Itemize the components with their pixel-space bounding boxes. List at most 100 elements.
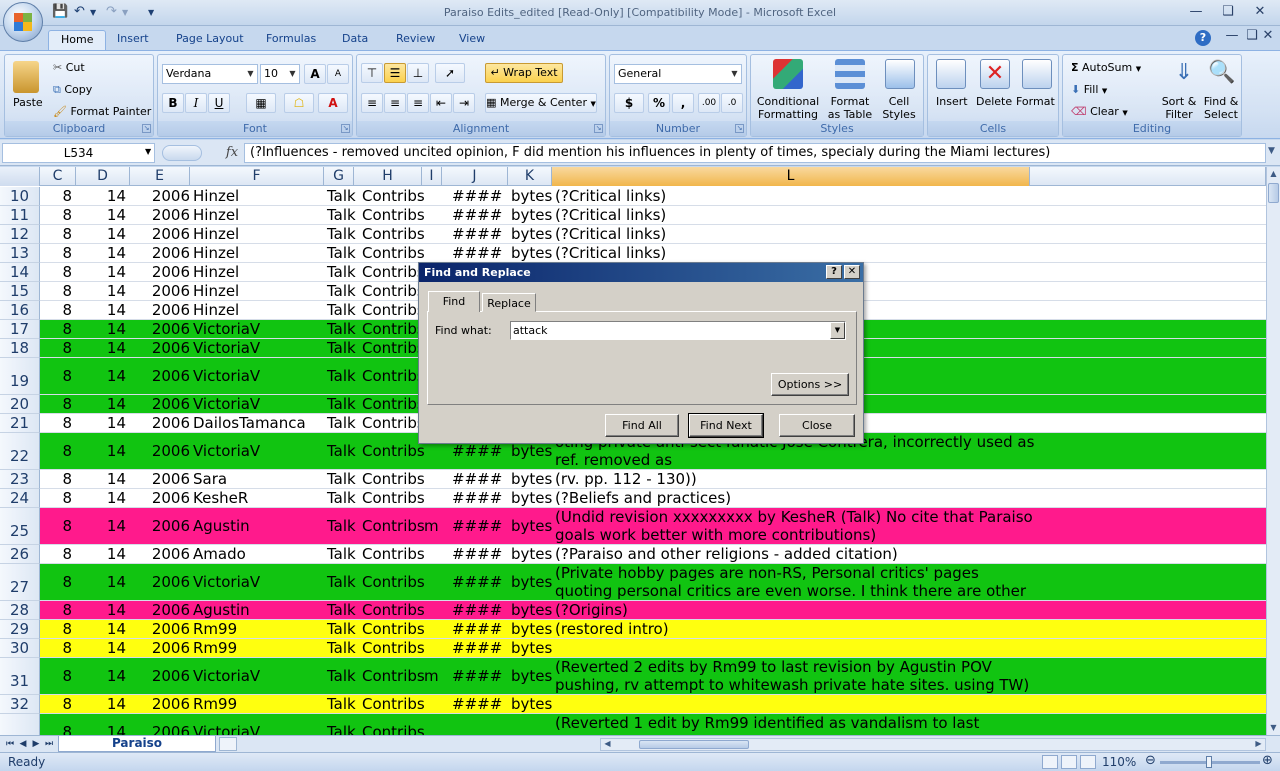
cell-k[interactable]: bytes (511, 667, 553, 685)
cell-g[interactable]: Talk (327, 573, 361, 591)
formula-input[interactable]: (?Influences - removed uncited opinion, … (244, 143, 1266, 163)
cell-h[interactable]: Contribs (362, 601, 425, 619)
chevron-down-icon[interactable]: ▼ (145, 147, 151, 156)
scroll-up-icon[interactable]: ▲ (1267, 167, 1280, 181)
row-header[interactable]: 23 (0, 470, 40, 489)
insert-function-icon[interactable]: fx (222, 143, 242, 163)
cell-f[interactable]: VictoriaV (193, 367, 323, 385)
cell-l[interactable]: (Undid revision xxxxxxxxx by KesheR (Tal… (555, 508, 1035, 544)
insert-sheet-icon[interactable] (219, 737, 237, 751)
cell-h[interactable]: Contribs (362, 263, 425, 281)
cell-e[interactable]: 2006 (130, 545, 190, 563)
row-header[interactable]: 22 (0, 433, 40, 470)
table-row[interactable]: 8 14 2006 Rm99 Talk Contribs #### bytes (restore… (40, 620, 1266, 639)
cell-k[interactable]: bytes (511, 206, 553, 224)
cell-d[interactable]: 14 (76, 244, 126, 262)
cell-j[interactable]: #### (452, 206, 512, 224)
cell-d[interactable]: 14 (76, 187, 126, 205)
cell-h[interactable]: Contribs (362, 187, 425, 205)
cell-j[interactable]: #### (452, 489, 512, 507)
cell-e[interactable]: 2006 (130, 414, 190, 432)
row-header[interactable]: 31 (0, 658, 40, 695)
normal-view-icon[interactable] (1042, 755, 1058, 769)
cell-h[interactable]: Contribs (362, 442, 425, 460)
cell-e[interactable]: 2006 (130, 206, 190, 224)
cell-f[interactable]: Hinzel (193, 282, 323, 300)
cell-g[interactable]: Talk (327, 225, 361, 243)
sort-filter-button[interactable]: Sort & Filter (1159, 95, 1199, 121)
cell-h[interactable]: Contribs (362, 395, 425, 413)
cell-d[interactable]: 14 (76, 301, 126, 319)
cell-d[interactable]: 14 (76, 723, 126, 735)
number-launcher-icon[interactable]: ↘ (735, 124, 744, 133)
cell-e[interactable]: 2006 (130, 723, 190, 735)
row-header[interactable]: 16 (0, 301, 40, 320)
row-header[interactable]: 12 (0, 225, 40, 244)
cell-j[interactable]: #### (452, 667, 512, 685)
first-sheet-icon[interactable]: ⏮ (4, 738, 16, 751)
scroll-right-icon[interactable]: ▶ (1252, 738, 1265, 750)
cell-g[interactable]: Talk (327, 367, 361, 385)
cell-g[interactable]: Talk (327, 639, 361, 657)
scroll-left-icon[interactable]: ◀ (601, 738, 614, 750)
cell-g[interactable]: Talk (327, 414, 361, 432)
cell-c[interactable]: 8 (40, 367, 72, 385)
cell-h[interactable]: Contribs (362, 489, 425, 507)
tab-data[interactable]: Data (330, 30, 380, 50)
cell-g[interactable]: Talk (327, 339, 361, 357)
cell-e[interactable]: 2006 (130, 489, 190, 507)
cell-e[interactable]: 2006 (130, 367, 190, 385)
cell-l[interactable]: (Reverted 2 edits by Rm99 to last revisi… (555, 658, 1035, 694)
cell-j[interactable]: #### (452, 442, 512, 460)
font-launcher-icon[interactable]: ↘ (341, 124, 350, 133)
dialog-close-button[interactable]: Close (779, 414, 855, 437)
find-next-button[interactable]: Find Next (688, 413, 764, 438)
close-workbook-icon[interactable]: ✕ (1258, 26, 1278, 46)
cell-c[interactable]: 8 (40, 282, 72, 300)
column-header-k[interactable]: K (508, 167, 552, 186)
cell-f[interactable]: VictoriaV (193, 395, 323, 413)
cell-j[interactable]: #### (452, 470, 512, 488)
last-sheet-icon[interactable]: ⏭ (43, 738, 55, 751)
cell-l[interactable]: (?Critical links) (555, 244, 1035, 262)
cell-e[interactable]: 2006 (130, 187, 190, 205)
cell-g[interactable]: Talk (327, 206, 361, 224)
cell-d[interactable]: 14 (76, 470, 126, 488)
cell-l[interactable]: (?Origins) (555, 601, 1035, 619)
row-header[interactable]: 30 (0, 639, 40, 658)
cell-c[interactable]: 8 (40, 263, 72, 281)
row-header[interactable]: 18 (0, 339, 40, 358)
next-sheet-icon[interactable]: ▶ (30, 738, 42, 751)
tab-page-layout[interactable]: Page Layout (164, 30, 256, 50)
chevron-down-icon[interactable]: ▼ (830, 322, 845, 339)
cell-k[interactable]: bytes (511, 517, 553, 535)
row-header[interactable]: 17 (0, 320, 40, 339)
cell-e[interactable]: 2006 (130, 573, 190, 591)
cell-j[interactable]: #### (452, 225, 512, 243)
cell-l[interactable]: (restored intro) (555, 620, 1035, 638)
cell-f[interactable]: Amado (193, 545, 323, 563)
cell-d[interactable]: 14 (76, 395, 126, 413)
cell-l[interactable]: (rv. pp. 112 - 130)) (555, 470, 1035, 488)
row-header[interactable]: 26 (0, 545, 40, 564)
copy-button[interactable]: ⧉ Copy (53, 83, 92, 97)
cell-f[interactable]: DailosTamanca (193, 414, 323, 432)
cell-h[interactable]: Contribs (362, 244, 425, 262)
cell-d[interactable]: 14 (76, 639, 126, 657)
column-header-c[interactable]: C (40, 167, 76, 186)
table-row[interactable]: 8 14 2006 Agustin Talk Contribs #### bytes (?Ori… (40, 601, 1266, 620)
cell-e[interactable]: 2006 (130, 517, 190, 535)
column-header-g[interactable]: G (324, 167, 354, 186)
cell-j[interactable]: #### (452, 639, 512, 657)
format-as-table-button[interactable]: Format as Table (823, 95, 877, 121)
tab-home[interactable]: Home (48, 30, 107, 50)
cell-h[interactable]: Contribs (362, 339, 425, 357)
fill-color-icon[interactable]: ☖ (284, 93, 314, 113)
cell-f[interactable]: Agustin (193, 601, 323, 619)
cell-c[interactable]: 8 (40, 601, 72, 619)
cell-g[interactable]: Talk (327, 244, 361, 262)
format-painter-button[interactable]: 🖌 Format Painter (53, 105, 151, 118)
row-header[interactable]: 19 (0, 358, 40, 395)
dialog-help-button[interactable]: ? (826, 265, 842, 279)
cell-g[interactable]: Talk (327, 601, 361, 619)
